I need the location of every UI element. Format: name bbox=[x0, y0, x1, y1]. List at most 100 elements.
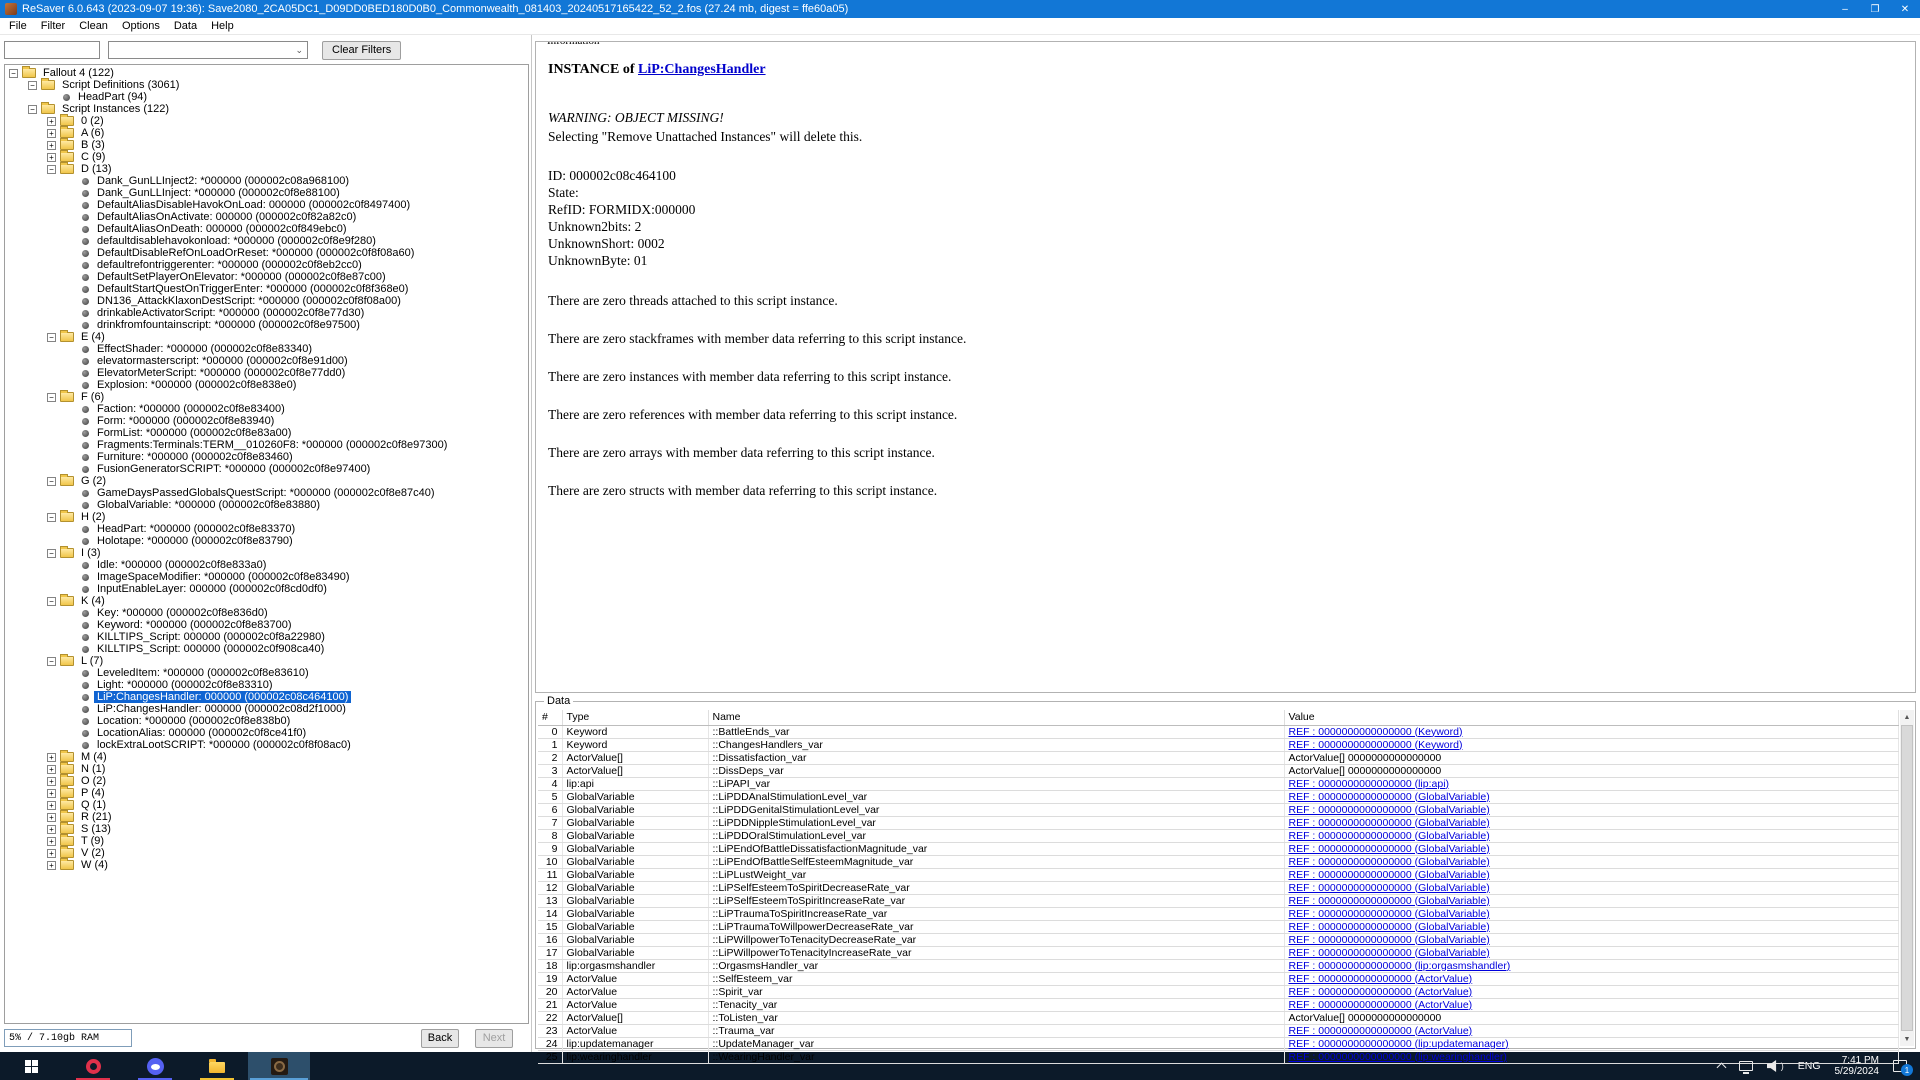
tree-folder[interactable]: −F (6) bbox=[6, 391, 528, 403]
tree-item[interactable]: defaultrefontriggerenter: *000000 (00000… bbox=[6, 259, 528, 271]
ref-link[interactable]: REF : 0000000000000000 (GlobalVariable) bbox=[1289, 921, 1490, 933]
tree-item[interactable]: Fragments:Terminals:TERM__010260F8: *000… bbox=[6, 439, 528, 451]
tree-expand-toggle[interactable]: + bbox=[47, 753, 56, 762]
tree-folder[interactable]: −I (3) bbox=[6, 547, 528, 559]
table-row[interactable]: 22ActorValue[]::ToListen_varActorValue[]… bbox=[538, 1011, 1899, 1024]
tree-expand-toggle[interactable]: + bbox=[47, 141, 56, 150]
tree-folder[interactable]: +N (1) bbox=[6, 763, 528, 775]
filter-search-input[interactable] bbox=[4, 41, 100, 59]
ref-link[interactable]: REF : 0000000000000000 (lip:api) bbox=[1289, 778, 1450, 790]
tree-item[interactable]: LiP:ChangesHandler: 000000 (000002c08d2f… bbox=[6, 703, 528, 715]
taskbar-opera-button[interactable] bbox=[62, 1052, 124, 1080]
ref-link[interactable]: REF : 0000000000000000 (ActorValue) bbox=[1289, 999, 1473, 1011]
table-row[interactable]: 0Keyword::BattleEnds_varREF : 0000000000… bbox=[538, 725, 1899, 738]
tree-item[interactable]: Holotape: *000000 (000002c0f8e83790) bbox=[6, 535, 528, 547]
tree-expand-toggle[interactable]: + bbox=[47, 801, 56, 810]
tree-expand-toggle[interactable]: − bbox=[47, 597, 56, 606]
tree-expand-toggle[interactable]: − bbox=[47, 657, 56, 666]
ref-link[interactable]: REF : 0000000000000000 (lip:wearinghandl… bbox=[1289, 1051, 1507, 1063]
ref-link[interactable]: REF : 0000000000000000 (GlobalVariable) bbox=[1289, 908, 1490, 920]
tree-item[interactable]: Key: *000000 (000002c0f8e836d0) bbox=[6, 607, 528, 619]
column-header-value[interactable]: Value bbox=[1284, 710, 1899, 725]
tree-folder[interactable]: −Fallout 4 (122) bbox=[6, 67, 528, 79]
tree-expand-toggle[interactable]: − bbox=[9, 69, 18, 78]
tree-item[interactable]: elevatormasterscript: *000000 (000002c0f… bbox=[6, 355, 528, 367]
tree-folder[interactable]: +R (21) bbox=[6, 811, 528, 823]
tree-item[interactable]: drinkfromfountainscript: *000000 (000002… bbox=[6, 319, 528, 331]
ref-link[interactable]: REF : 0000000000000000 (ActorValue) bbox=[1289, 973, 1473, 985]
table-row[interactable]: 12GlobalVariable::LiPSelfEsteemToSpiritD… bbox=[538, 881, 1899, 894]
tree-item[interactable]: LeveledItem: *000000 (000002c0f8e83610) bbox=[6, 667, 528, 679]
tree-expand-toggle[interactable]: + bbox=[47, 777, 56, 786]
tree-item[interactable]: defaultdisablehavokonload: *000000 (0000… bbox=[6, 235, 528, 247]
tree-folder[interactable]: −Script Instances (122) bbox=[6, 103, 528, 115]
clear-filters-button[interactable]: Clear Filters bbox=[322, 41, 401, 60]
tree-folder[interactable]: −Script Definitions (3061) bbox=[6, 79, 528, 91]
menu-options[interactable]: Options bbox=[115, 19, 167, 33]
table-row[interactable]: 1Keyword::ChangesHandlers_varREF : 00000… bbox=[538, 738, 1899, 751]
ref-link[interactable]: REF : 0000000000000000 (lip:updatemanage… bbox=[1289, 1038, 1509, 1050]
tree-folder[interactable]: +W (4) bbox=[6, 859, 528, 871]
tree-expand-toggle[interactable]: − bbox=[47, 165, 56, 174]
tree-expand-toggle[interactable]: − bbox=[47, 549, 56, 558]
close-button[interactable]: ✕ bbox=[1890, 0, 1920, 18]
back-button[interactable]: Back bbox=[421, 1029, 459, 1048]
table-row[interactable]: 24lip:updatemanager::UpdateManager_varRE… bbox=[538, 1037, 1899, 1050]
table-row[interactable]: 17GlobalVariable::LiPWillpowerToTenacity… bbox=[538, 946, 1899, 959]
tree-item[interactable]: Idle: *000000 (000002c0f8e833a0) bbox=[6, 559, 528, 571]
tree-item[interactable]: GameDaysPassedGlobalsQuestScript: *00000… bbox=[6, 487, 528, 499]
tree-folder[interactable]: +O (2) bbox=[6, 775, 528, 787]
table-row[interactable]: 4lip:api::LiPAPI_varREF : 00000000000000… bbox=[538, 777, 1899, 790]
tree-folder[interactable]: −H (2) bbox=[6, 511, 528, 523]
table-row[interactable]: 21ActorValue::Tenacity_varREF : 00000000… bbox=[538, 998, 1899, 1011]
table-row[interactable]: 25lip:wearinghandler::WearingHandler_var… bbox=[538, 1050, 1899, 1063]
column-header-num[interactable]: # bbox=[538, 710, 562, 725]
ref-link[interactable]: REF : 0000000000000000 (GlobalVariable) bbox=[1289, 934, 1490, 946]
tree-item[interactable]: InputEnableLayer: 000000 (000002c0f8cd0d… bbox=[6, 583, 528, 595]
scroll-down-icon[interactable]: ▼ bbox=[1900, 1032, 1914, 1046]
table-row[interactable]: 9GlobalVariable::LiPEndOfBattleDissatisf… bbox=[538, 842, 1899, 855]
tree-item[interactable]: FormList: *000000 (000002c0f8e83a00) bbox=[6, 427, 528, 439]
start-button[interactable] bbox=[0, 1052, 62, 1080]
table-row[interactable]: 16GlobalVariable::LiPWillpowerToTenacity… bbox=[538, 933, 1899, 946]
ref-link[interactable]: REF : 0000000000000000 (GlobalVariable) bbox=[1289, 830, 1490, 842]
table-row[interactable]: 6GlobalVariable::LiPDDGenitalStimulation… bbox=[538, 803, 1899, 816]
table-row[interactable]: 15GlobalVariable::LiPTraumaToWillpowerDe… bbox=[538, 920, 1899, 933]
tree-expand-toggle[interactable]: + bbox=[47, 861, 56, 870]
tree-item[interactable]: Furniture: *000000 (000002c0f8e83460) bbox=[6, 451, 528, 463]
tree-item[interactable]: DefaultDisableRefOnLoadOrReset: *000000 … bbox=[6, 247, 528, 259]
tree-item[interactable]: DefaultAliasOnDeath: 000000 (000002c0f84… bbox=[6, 223, 528, 235]
taskbar-explorer-button[interactable] bbox=[186, 1052, 248, 1080]
tree-expand-toggle[interactable]: + bbox=[47, 117, 56, 126]
tree-folder[interactable]: −K (4) bbox=[6, 595, 528, 607]
tree-expand-toggle[interactable]: + bbox=[47, 825, 56, 834]
ref-link[interactable]: REF : 0000000000000000 (GlobalVariable) bbox=[1289, 804, 1490, 816]
filter-combo[interactable]: ⌄ bbox=[108, 41, 308, 59]
tree-folder[interactable]: +A (6) bbox=[6, 127, 528, 139]
table-row[interactable]: 18lip:orgasmshandler::OrgasmsHandler_var… bbox=[538, 959, 1899, 972]
tree-item[interactable]: LocationAlias: 000000 (000002c0f8ce41f0) bbox=[6, 727, 528, 739]
table-row[interactable]: 14GlobalVariable::LiPTraumaToSpiritIncre… bbox=[538, 907, 1899, 920]
tree-item[interactable]: drinkableActivatorScript: *000000 (00000… bbox=[6, 307, 528, 319]
scroll-up-icon[interactable]: ▲ bbox=[1900, 710, 1914, 724]
tree-item[interactable]: ImageSpaceModifier: *000000 (000002c0f8e… bbox=[6, 571, 528, 583]
tree-item[interactable]: FusionGeneratorSCRIPT: *000000 (000002c0… bbox=[6, 463, 528, 475]
ref-link[interactable]: REF : 0000000000000000 (GlobalVariable) bbox=[1289, 843, 1490, 855]
tree-item[interactable]: DN136_AttackKlaxonDestScript: *000000 (0… bbox=[6, 295, 528, 307]
tree-item[interactable]: Dank_GunLLInject: *000000 (000002c0f8e88… bbox=[6, 187, 528, 199]
tree-folder[interactable]: −E (4) bbox=[6, 331, 528, 343]
table-row[interactable]: 23ActorValue::Trauma_varREF : 0000000000… bbox=[538, 1024, 1899, 1037]
ref-link[interactable]: REF : 0000000000000000 (lip:orgasmshandl… bbox=[1289, 960, 1511, 972]
table-row[interactable]: 19ActorValue::SelfEsteem_varREF : 000000… bbox=[538, 972, 1899, 985]
tree-item[interactable]: ElevatorMeterScript: *000000 (000002c0f8… bbox=[6, 367, 528, 379]
tree-folder[interactable]: +B (3) bbox=[6, 139, 528, 151]
ref-link[interactable]: REF : 0000000000000000 (Keyword) bbox=[1289, 726, 1463, 738]
tree-item[interactable]: Keyword: *000000 (000002c0f8e83700) bbox=[6, 619, 528, 631]
tree-item[interactable]: HeadPart (94) bbox=[6, 91, 528, 103]
tree-folder[interactable]: +Q (1) bbox=[6, 799, 528, 811]
tree-expand-toggle[interactable]: − bbox=[47, 333, 56, 342]
menu-help[interactable]: Help bbox=[204, 19, 241, 33]
table-row[interactable]: 2ActorValue[]::Dissatisfaction_varActorV… bbox=[538, 751, 1899, 764]
ref-link[interactable]: REF : 0000000000000000 (GlobalVariable) bbox=[1289, 869, 1490, 881]
ref-link[interactable]: REF : 0000000000000000 (GlobalVariable) bbox=[1289, 856, 1490, 868]
